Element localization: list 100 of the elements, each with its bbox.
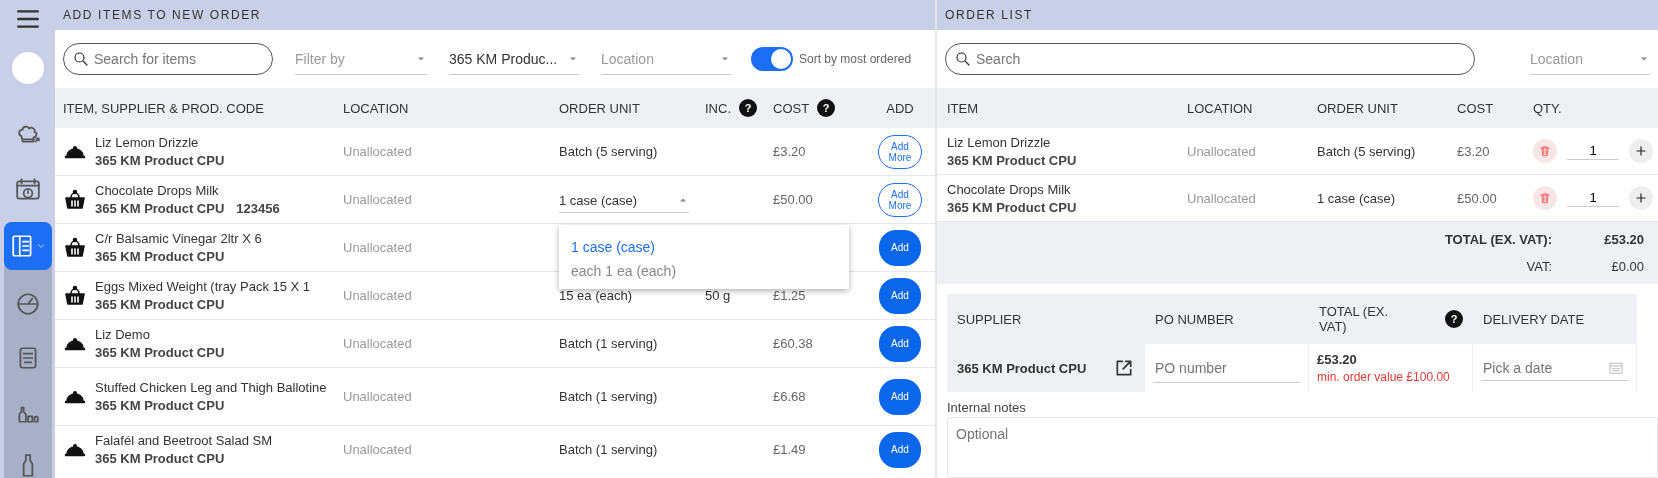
- add-button[interactable]: Add: [879, 229, 921, 266]
- gauge-icon: [14, 291, 41, 317]
- add-more-button[interactable]: Add More: [878, 182, 922, 217]
- supplier-name: 365 KM Product CPU: [95, 398, 225, 413]
- supplier-name: 365 KM Product CPU: [95, 249, 225, 264]
- item-name: Chocolate Drops Milk: [947, 181, 1071, 198]
- basket-icon: [63, 235, 87, 260]
- plus-icon: [1634, 144, 1648, 158]
- external-link-icon: [1114, 358, 1134, 378]
- increment-button[interactable]: [1629, 186, 1653, 210]
- item-name: Liz Demo: [95, 327, 151, 343]
- dropdown-field[interactable]: Location: [1530, 43, 1650, 75]
- supplier-name: 365 KM Product CPU: [947, 199, 1077, 215]
- supplier-name: 365 KM Product CPU: [95, 345, 225, 360]
- add-button[interactable]: Add: [879, 325, 921, 362]
- location-text: Unallocated: [343, 389, 412, 404]
- order-unit: Batch (1 serving): [559, 389, 658, 404]
- location-text: Unallocated: [343, 240, 412, 255]
- order-unit-dropdown[interactable]: 1 case (case): [559, 192, 689, 213]
- column-header: COST: [773, 100, 810, 116]
- item-name: Stuffed Chicken Leg and Thigh Ballotine: [95, 380, 327, 396]
- calendar-icon: [1608, 360, 1624, 376]
- basket-icon: [63, 187, 87, 212]
- search-field[interactable]: Search: [945, 43, 1475, 75]
- add-button[interactable]: Add: [879, 277, 921, 314]
- delete-button[interactable]: [1533, 186, 1557, 210]
- column-header: ITEM, SUPPLIER & PROD. CODE: [63, 100, 264, 116]
- column-header: COST: [1457, 100, 1494, 116]
- total-label: VAT:: [1526, 259, 1552, 274]
- total-value: £0.00: [1610, 259, 1644, 274]
- column-header: TOTAL (EX. VAT): [1319, 304, 1389, 334]
- column-header: ADD: [886, 100, 914, 116]
- delete-button[interactable]: [1533, 139, 1557, 163]
- location-text: Unallocated: [1187, 190, 1256, 206]
- order-unit: 15 ea (each): [559, 288, 632, 303]
- cost-text: £50.00: [773, 192, 813, 207]
- order-unit: Batch (1 serving): [559, 442, 658, 457]
- location-text: Unallocated: [343, 192, 412, 207]
- search-field[interactable]: Search for items: [63, 43, 273, 75]
- column-header: SUPPLIER: [957, 311, 1022, 327]
- location-text: Unallocated: [343, 288, 412, 303]
- column-header: LOCATION: [343, 100, 409, 116]
- item-name: Eggs Mixed Weight (tray Pack 15 X 1: [95, 279, 311, 295]
- field-label: Internal notes: [947, 400, 1027, 415]
- toggle-label: Sort by most ordered: [799, 52, 912, 66]
- help-icon[interactable]: ?: [739, 99, 757, 117]
- toggle-switch[interactable]: [751, 47, 793, 71]
- supplier-name: 365 KM Product CPU: [95, 153, 225, 168]
- menu-option[interactable]: 1 case (case): [559, 234, 849, 259]
- basket-icon: [63, 283, 87, 308]
- order-unit: Batch (5 serving): [559, 144, 658, 159]
- warning-text: min. order value £100.00: [1317, 370, 1450, 384]
- product-code: 123456: [236, 201, 280, 216]
- supplier-name: 365 KM Product CPU: [95, 451, 225, 466]
- order-unit: Batch (5 serving): [1317, 143, 1416, 159]
- notes-field[interactable]: Optional: [947, 417, 1658, 478]
- plus-icon: [1634, 191, 1648, 205]
- supplier-name: 365 KM Product CPU: [95, 201, 225, 216]
- cost-text: £1.49: [773, 442, 806, 457]
- increment-button[interactable]: [1629, 139, 1653, 163]
- column-header: QTY.: [1533, 100, 1562, 116]
- column-header: ITEM: [947, 100, 979, 116]
- column-header: ORDER UNIT: [1317, 100, 1398, 116]
- add-button[interactable]: Add: [879, 378, 921, 415]
- item-name: C/r Balsamic Vinegar 2ltr X 6: [95, 231, 262, 247]
- calendar-clock-icon: [14, 177, 41, 203]
- add-more-button[interactable]: Add More: [878, 134, 922, 169]
- trash-icon: [1538, 191, 1552, 205]
- column-header: PO NUMBER: [1155, 311, 1234, 327]
- column-header: DELIVERY DATE: [1483, 311, 1585, 327]
- nav-item[interactable]: [3, 222, 52, 270]
- location-text: Unallocated: [343, 144, 412, 159]
- trash-icon: [1538, 144, 1552, 158]
- help-icon[interactable]: ?: [817, 99, 836, 117]
- dropdown-field[interactable]: 365 KM Produc...: [449, 43, 579, 75]
- cost-text: £1.25: [773, 288, 806, 303]
- add-button[interactable]: Add: [879, 431, 921, 468]
- column-header: INC.: [705, 100, 731, 116]
- column-header: ORDER UNIT: [559, 100, 640, 116]
- cost-text: £50.00: [1457, 190, 1497, 206]
- cost-text: £3.20: [1457, 143, 1490, 159]
- supplier-name: 365 KM Product CPU: [95, 297, 225, 312]
- supplier-name: 365 KM Product CPU: [957, 360, 1087, 376]
- inc-text: 50 g: [705, 288, 731, 303]
- caret-down-icon: [35, 241, 46, 251]
- cost-text: £6.68: [773, 389, 806, 404]
- column-header: LOCATION: [1187, 100, 1253, 116]
- dropdown-field[interactable]: Filter by: [295, 43, 427, 75]
- order-total: £53.20: [1317, 352, 1357, 367]
- help-icon[interactable]: ?: [1445, 310, 1463, 328]
- menu-option[interactable]: each 1 ea (each): [559, 258, 849, 283]
- item-name: Falafél and Beetroot Salad SM: [95, 433, 273, 449]
- cost-text: £60.38: [773, 336, 813, 351]
- cost-text: £3.20: [773, 144, 806, 159]
- order-unit: Batch (1 serving): [559, 336, 658, 351]
- dropdown-field[interactable]: Location: [601, 43, 731, 75]
- panel-title: ADD ITEMS TO NEW ORDER: [55, 0, 935, 30]
- total-label: TOTAL (EX. VAT):: [1444, 232, 1552, 247]
- order-unit: 1 case (case): [1317, 190, 1396, 206]
- panel-title: ORDER LIST: [937, 0, 1658, 30]
